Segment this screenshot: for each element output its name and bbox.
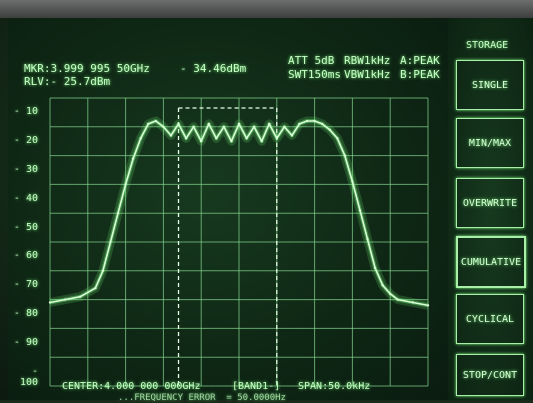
cyclical-softkey[interactable]: CYCLICAL <box>456 294 524 344</box>
trace-point <box>109 240 112 244</box>
trace-point <box>169 134 173 137</box>
trace-point <box>131 157 135 160</box>
secondary-status: ...FREQUENCY ERROR = 50.0000Hz <box>118 393 286 403</box>
attenuation: ATT 5dB <box>288 54 335 67</box>
trace-point <box>245 137 248 140</box>
video-bandwidth: VBW1kHz <box>344 68 391 81</box>
span-value: SPAN:50.0kHz <box>298 381 371 392</box>
trace-point <box>373 266 377 270</box>
marker-frequency: MKR:3.999 995 50GHz <box>24 62 150 75</box>
band-indicator: [BAND1-] <box>232 381 281 392</box>
trace-point <box>426 304 430 307</box>
cumulative-softkey[interactable]: CUMULATIVE <box>456 236 526 288</box>
trace-point <box>162 125 165 128</box>
y-tick-label: - 10 <box>13 106 38 118</box>
trace-point <box>328 128 331 131</box>
trace-point <box>48 301 52 304</box>
trace-point <box>94 286 97 290</box>
trace-point <box>222 125 226 128</box>
trace-point <box>252 125 256 128</box>
trace-point <box>177 122 180 126</box>
y-tick-label: - 20 <box>13 135 38 147</box>
y-tick-label: - 80 <box>13 308 38 319</box>
trace-point <box>207 122 210 126</box>
y-tick-label: - 60 <box>13 250 38 262</box>
trace-point <box>237 122 241 126</box>
trace-point <box>366 237 369 241</box>
trace-point <box>305 119 309 123</box>
marker-level: - 34.46dBm <box>180 62 247 75</box>
single-softkey[interactable]: SINGLE <box>456 60 524 110</box>
trace-point <box>124 183 127 186</box>
trace-point <box>389 292 392 296</box>
sweep-time: SWT150ms <box>288 68 341 81</box>
trace-point <box>275 137 278 140</box>
trace-point <box>192 125 195 128</box>
resolution-bandwidth: RBW1kHz <box>344 54 391 67</box>
trace-a-mode: A:PEAK <box>400 54 440 67</box>
overwrite-softkey[interactable]: OVERWRITE <box>456 178 524 228</box>
y-tick-label: - 70 <box>13 279 38 291</box>
trace-point <box>154 119 158 123</box>
trace-point <box>396 298 399 301</box>
trace-b-mode: B:PEAK <box>400 68 440 81</box>
trace-point <box>381 284 384 287</box>
trace-point <box>184 137 188 140</box>
trace-point <box>320 122 324 126</box>
min-max-softkey[interactable]: MIN/MAX <box>456 118 524 168</box>
trace-point <box>139 137 142 140</box>
y-tick-label: - 40 <box>13 192 38 204</box>
trace-point <box>313 119 316 123</box>
trace-point <box>268 122 271 126</box>
trace-point <box>343 154 347 157</box>
trace-point <box>101 269 105 272</box>
trace-point <box>79 295 82 298</box>
trace-point <box>230 140 233 143</box>
trace-point <box>351 180 354 183</box>
softkey-menu-title: STORAGE <box>466 40 509 51</box>
y-tick-label: - 90 <box>13 336 38 348</box>
trace-point <box>411 301 415 304</box>
trace-point <box>336 137 339 140</box>
trace-point <box>147 122 150 126</box>
trace-point <box>290 134 294 137</box>
reference-level: RLV:- 25.7dBm <box>24 75 111 88</box>
y-tick-label: - 100 <box>19 365 38 388</box>
trace-point <box>358 209 362 212</box>
trace-point <box>63 298 67 301</box>
trace-point <box>116 212 120 215</box>
trace-point <box>200 140 203 143</box>
stop-cont-softkey[interactable]: STOP/CONT <box>456 354 524 396</box>
center-frequency: CENTER:4.000 000 000GHz <box>62 381 201 392</box>
softkey-panel: STORAGE SINGLE MIN/MAX OVERWRITE CUMULAT… <box>448 18 533 400</box>
y-tick-label: - 30 <box>13 164 38 175</box>
bezel-top-edge <box>0 0 533 18</box>
trace-point <box>298 122 301 126</box>
analyzer-screen: MKR:3.999 995 50GHz - 34.46dBm RLV:- 25.… <box>8 18 448 403</box>
trace-point <box>260 140 263 143</box>
trace-point <box>215 137 218 140</box>
y-tick-label: - 50 <box>13 221 38 233</box>
trace-point <box>283 125 286 128</box>
